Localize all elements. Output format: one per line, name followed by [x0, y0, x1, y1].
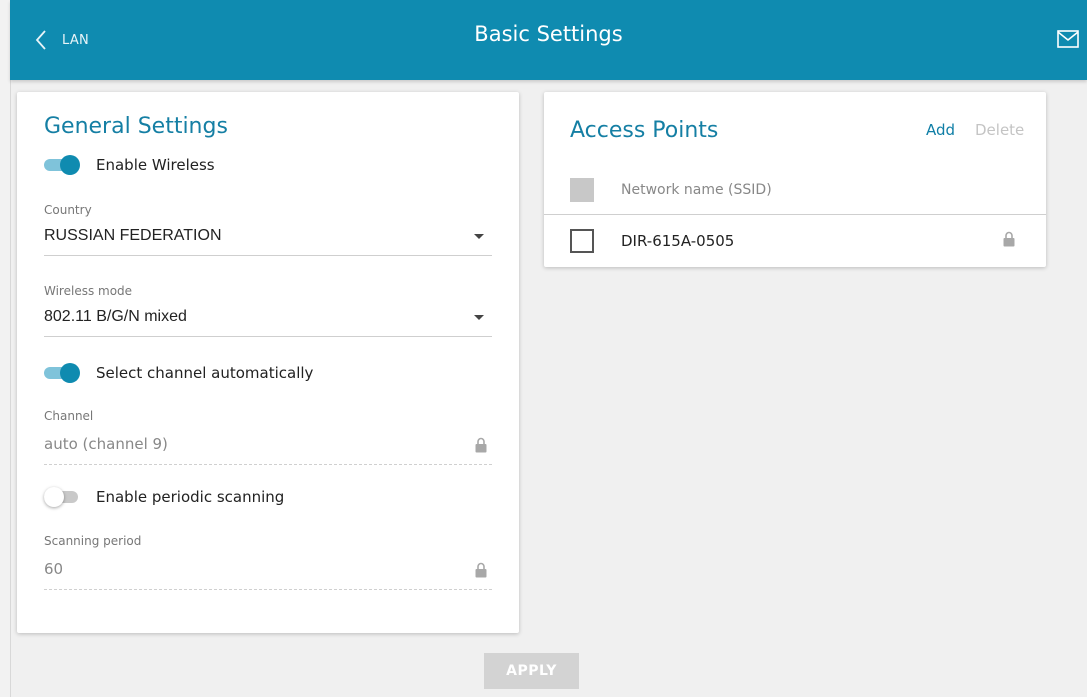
general-settings-title: General Settings: [44, 114, 228, 139]
wireless-mode-label: Wireless mode: [44, 284, 133, 298]
scan-period-field: Scanning period 60: [44, 534, 492, 590]
wireless-mode-select[interactable]: 802.11 B/G/N mixed: [44, 303, 492, 337]
country-field[interactable]: Country RUSSIAN FEDERATION: [44, 203, 492, 256]
country-label: Country: [44, 203, 92, 217]
delete-button[interactable]: Delete: [975, 121, 1024, 139]
wireless-mode-value: 802.11 B/G/N mixed: [44, 308, 187, 325]
page-title: Basic Settings: [474, 22, 623, 46]
row-checkbox[interactable]: [570, 229, 594, 253]
periodic-scan-toggle[interactable]: [44, 487, 80, 507]
country-value: RUSSIAN FEDERATION: [44, 227, 222, 244]
scan-period-value-box: 60: [44, 556, 492, 590]
channel-value: auto (channel 9): [44, 435, 168, 453]
add-button[interactable]: Add: [926, 121, 955, 139]
auto-channel-toggle[interactable]: [44, 363, 80, 383]
caret-down-icon: [474, 315, 484, 320]
caret-down-icon: [474, 234, 484, 239]
scan-period-value: 60: [44, 560, 64, 578]
general-settings-card: General Settings Enable Wireless Country…: [17, 92, 519, 633]
lock-icon: [1003, 231, 1015, 247]
channel-field: Channel auto (channel 9): [44, 409, 492, 465]
country-select[interactable]: RUSSIAN FEDERATION: [44, 222, 492, 256]
enable-wireless-toggle-row[interactable]: Enable Wireless: [44, 155, 215, 175]
ssid-cell[interactable]: DIR-615A-0505: [621, 228, 734, 254]
apply-button[interactable]: APPLY: [484, 653, 579, 689]
auto-channel-toggle-row[interactable]: Select channel automatically: [44, 363, 313, 383]
periodic-scan-toggle-row[interactable]: Enable periodic scanning: [44, 487, 284, 507]
divider: [544, 214, 1046, 215]
channel-label: Channel: [44, 409, 94, 423]
enable-wireless-toggle[interactable]: [44, 155, 80, 175]
periodic-scan-label: Enable periodic scanning: [96, 488, 285, 506]
auto-channel-label: Select channel automatically: [96, 364, 314, 382]
ssid-column-header: Network name (SSID): [621, 182, 772, 198]
access-points-title: Access Points: [570, 118, 719, 143]
enable-wireless-label: Enable Wireless: [96, 156, 215, 174]
envelope-icon[interactable]: [1057, 30, 1079, 48]
select-all-checkbox[interactable]: [570, 178, 594, 202]
scan-period-label: Scanning period: [44, 534, 142, 548]
lock-icon: [475, 437, 487, 453]
access-points-card: Access Points Add Delete Network name (S…: [544, 92, 1046, 267]
lock-icon: [475, 562, 487, 578]
wireless-mode-field[interactable]: Wireless mode 802.11 B/G/N mixed: [44, 284, 492, 337]
channel-value-box: auto (channel 9): [44, 431, 492, 465]
top-bar: LAN Basic Settings: [10, 0, 1087, 80]
